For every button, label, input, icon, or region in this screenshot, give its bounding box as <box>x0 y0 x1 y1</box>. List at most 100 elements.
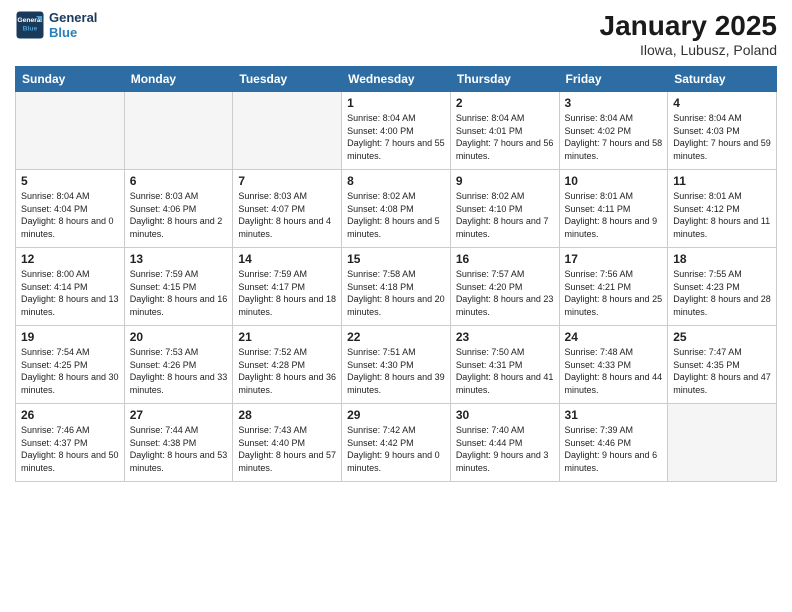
day-number: 28 <box>238 408 336 422</box>
calendar-table: SundayMondayTuesdayWednesdayThursdayFrid… <box>15 66 777 482</box>
day-number: 30 <box>456 408 554 422</box>
day-number: 7 <box>238 174 336 188</box>
calendar-cell: 10 Sunrise: 8:01 AMSunset: 4:11 PMDaylig… <box>559 170 668 248</box>
calendar-cell: 13 Sunrise: 7:59 AMSunset: 4:15 PMDaylig… <box>124 248 233 326</box>
day-number: 9 <box>456 174 554 188</box>
calendar-cell: 17 Sunrise: 7:56 AMSunset: 4:21 PMDaylig… <box>559 248 668 326</box>
day-info: Sunrise: 7:47 AMSunset: 4:35 PMDaylight:… <box>673 346 771 396</box>
weekday-header: Tuesday <box>233 67 342 92</box>
logo-line2: Blue <box>49 25 97 40</box>
calendar-cell: 20 Sunrise: 7:53 AMSunset: 4:26 PMDaylig… <box>124 326 233 404</box>
weekday-header: Saturday <box>668 67 777 92</box>
calendar-cell: 16 Sunrise: 7:57 AMSunset: 4:20 PMDaylig… <box>450 248 559 326</box>
day-info: Sunrise: 7:50 AMSunset: 4:31 PMDaylight:… <box>456 346 554 396</box>
day-number: 16 <box>456 252 554 266</box>
calendar-cell: 6 Sunrise: 8:03 AMSunset: 4:06 PMDayligh… <box>124 170 233 248</box>
day-info: Sunrise: 8:04 AMSunset: 4:02 PMDaylight:… <box>565 112 663 162</box>
calendar-container: General Blue General Blue January 2025 I… <box>0 0 792 487</box>
calendar-cell: 24 Sunrise: 7:48 AMSunset: 4:33 PMDaylig… <box>559 326 668 404</box>
day-number: 23 <box>456 330 554 344</box>
weekday-header: Friday <box>559 67 668 92</box>
calendar-cell <box>668 404 777 482</box>
day-info: Sunrise: 7:48 AMSunset: 4:33 PMDaylight:… <box>565 346 663 396</box>
day-number: 8 <box>347 174 445 188</box>
calendar-week-row: 5 Sunrise: 8:04 AMSunset: 4:04 PMDayligh… <box>16 170 777 248</box>
calendar-cell: 15 Sunrise: 7:58 AMSunset: 4:18 PMDaylig… <box>342 248 451 326</box>
calendar-cell: 25 Sunrise: 7:47 AMSunset: 4:35 PMDaylig… <box>668 326 777 404</box>
calendar-cell: 11 Sunrise: 8:01 AMSunset: 4:12 PMDaylig… <box>668 170 777 248</box>
day-number: 6 <box>130 174 228 188</box>
day-number: 26 <box>21 408 119 422</box>
day-number: 29 <box>347 408 445 422</box>
calendar-cell: 8 Sunrise: 8:02 AMSunset: 4:08 PMDayligh… <box>342 170 451 248</box>
day-number: 2 <box>456 96 554 110</box>
calendar-cell: 23 Sunrise: 7:50 AMSunset: 4:31 PMDaylig… <box>450 326 559 404</box>
calendar-cell: 29 Sunrise: 7:42 AMSunset: 4:42 PMDaylig… <box>342 404 451 482</box>
day-number: 17 <box>565 252 663 266</box>
weekday-header: Sunday <box>16 67 125 92</box>
day-number: 15 <box>347 252 445 266</box>
calendar-cell: 30 Sunrise: 7:40 AMSunset: 4:44 PMDaylig… <box>450 404 559 482</box>
day-info: Sunrise: 8:00 AMSunset: 4:14 PMDaylight:… <box>21 268 119 318</box>
calendar-week-row: 19 Sunrise: 7:54 AMSunset: 4:25 PMDaylig… <box>16 326 777 404</box>
calendar-cell: 4 Sunrise: 8:04 AMSunset: 4:03 PMDayligh… <box>668 92 777 170</box>
calendar-cell: 21 Sunrise: 7:52 AMSunset: 4:28 PMDaylig… <box>233 326 342 404</box>
month-title: January 2025 <box>600 10 777 42</box>
calendar-week-row: 1 Sunrise: 8:04 AMSunset: 4:00 PMDayligh… <box>16 92 777 170</box>
day-number: 4 <box>673 96 771 110</box>
day-info: Sunrise: 7:40 AMSunset: 4:44 PMDaylight:… <box>456 424 554 474</box>
calendar-week-row: 26 Sunrise: 7:46 AMSunset: 4:37 PMDaylig… <box>16 404 777 482</box>
day-number: 14 <box>238 252 336 266</box>
calendar-cell: 9 Sunrise: 8:02 AMSunset: 4:10 PMDayligh… <box>450 170 559 248</box>
day-info: Sunrise: 8:04 AMSunset: 4:03 PMDaylight:… <box>673 112 771 162</box>
day-info: Sunrise: 8:04 AMSunset: 4:04 PMDaylight:… <box>21 190 119 240</box>
day-info: Sunrise: 8:01 AMSunset: 4:11 PMDaylight:… <box>565 190 663 240</box>
header-row: General Blue General Blue January 2025 I… <box>15 10 777 58</box>
day-info: Sunrise: 8:03 AMSunset: 4:06 PMDaylight:… <box>130 190 228 240</box>
calendar-cell: 12 Sunrise: 8:00 AMSunset: 4:14 PMDaylig… <box>16 248 125 326</box>
calendar-cell: 2 Sunrise: 8:04 AMSunset: 4:01 PMDayligh… <box>450 92 559 170</box>
day-info: Sunrise: 8:01 AMSunset: 4:12 PMDaylight:… <box>673 190 771 240</box>
day-info: Sunrise: 7:42 AMSunset: 4:42 PMDaylight:… <box>347 424 445 474</box>
calendar-cell: 5 Sunrise: 8:04 AMSunset: 4:04 PMDayligh… <box>16 170 125 248</box>
calendar-cell <box>233 92 342 170</box>
day-info: Sunrise: 7:58 AMSunset: 4:18 PMDaylight:… <box>347 268 445 318</box>
day-number: 19 <box>21 330 119 344</box>
day-info: Sunrise: 8:04 AMSunset: 4:00 PMDaylight:… <box>347 112 445 162</box>
day-info: Sunrise: 8:02 AMSunset: 4:10 PMDaylight:… <box>456 190 554 240</box>
day-number: 3 <box>565 96 663 110</box>
calendar-week-row: 12 Sunrise: 8:00 AMSunset: 4:14 PMDaylig… <box>16 248 777 326</box>
day-number: 13 <box>130 252 228 266</box>
day-info: Sunrise: 7:59 AMSunset: 4:17 PMDaylight:… <box>238 268 336 318</box>
day-number: 12 <box>21 252 119 266</box>
calendar-cell: 7 Sunrise: 8:03 AMSunset: 4:07 PMDayligh… <box>233 170 342 248</box>
day-info: Sunrise: 7:43 AMSunset: 4:40 PMDaylight:… <box>238 424 336 474</box>
weekday-header: Wednesday <box>342 67 451 92</box>
day-info: Sunrise: 7:46 AMSunset: 4:37 PMDaylight:… <box>21 424 119 474</box>
logo-text: General Blue <box>49 10 97 40</box>
day-info: Sunrise: 7:39 AMSunset: 4:46 PMDaylight:… <box>565 424 663 474</box>
day-info: Sunrise: 7:52 AMSunset: 4:28 PMDaylight:… <box>238 346 336 396</box>
calendar-cell <box>16 92 125 170</box>
svg-text:Blue: Blue <box>23 25 38 32</box>
day-number: 31 <box>565 408 663 422</box>
day-number: 18 <box>673 252 771 266</box>
weekday-header: Thursday <box>450 67 559 92</box>
day-number: 1 <box>347 96 445 110</box>
weekday-header: Monday <box>124 67 233 92</box>
calendar-cell <box>124 92 233 170</box>
logo: General Blue General Blue <box>15 10 97 40</box>
day-number: 11 <box>673 174 771 188</box>
calendar-cell: 3 Sunrise: 8:04 AMSunset: 4:02 PMDayligh… <box>559 92 668 170</box>
calendar-cell: 14 Sunrise: 7:59 AMSunset: 4:17 PMDaylig… <box>233 248 342 326</box>
calendar-cell: 27 Sunrise: 7:44 AMSunset: 4:38 PMDaylig… <box>124 404 233 482</box>
day-info: Sunrise: 7:54 AMSunset: 4:25 PMDaylight:… <box>21 346 119 396</box>
day-info: Sunrise: 7:56 AMSunset: 4:21 PMDaylight:… <box>565 268 663 318</box>
day-info: Sunrise: 7:44 AMSunset: 4:38 PMDaylight:… <box>130 424 228 474</box>
calendar-cell: 26 Sunrise: 7:46 AMSunset: 4:37 PMDaylig… <box>16 404 125 482</box>
weekday-header-row: SundayMondayTuesdayWednesdayThursdayFrid… <box>16 67 777 92</box>
day-info: Sunrise: 7:55 AMSunset: 4:23 PMDaylight:… <box>673 268 771 318</box>
title-block: January 2025 Ilowa, Lubusz, Poland <box>600 10 777 58</box>
day-info: Sunrise: 7:51 AMSunset: 4:30 PMDaylight:… <box>347 346 445 396</box>
calendar-cell: 18 Sunrise: 7:55 AMSunset: 4:23 PMDaylig… <box>668 248 777 326</box>
